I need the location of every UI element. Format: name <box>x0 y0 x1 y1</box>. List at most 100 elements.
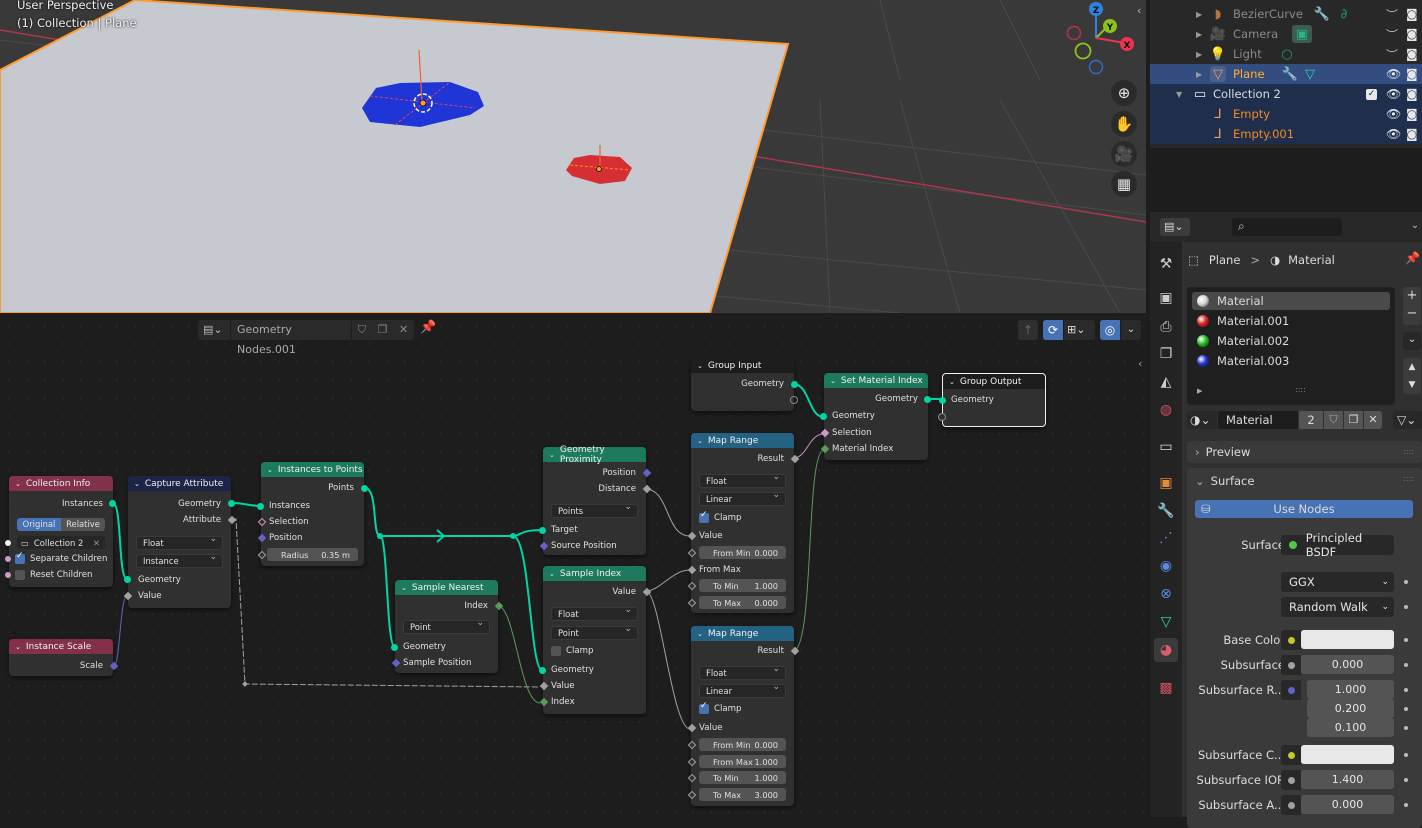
view-layer-tab-icon[interactable]: ❐ <box>1154 342 1178 366</box>
node-geometry-proximity[interactable]: ⌄ Geometry Proximity Position Distance Po… <box>539 445 652 555</box>
exclude-checkbox[interactable]: ✓ <box>1366 88 1377 100</box>
keyframe-dot[interactable] <box>1404 707 1408 711</box>
keyframe-dot[interactable] <box>1404 803 1408 807</box>
node-group-input[interactable]: ⌄ Group Input Geometry <box>691 358 798 411</box>
outliner-row-beziercurve[interactable]: ▶ ◗ BezierCurve 🔧 ∂ ︶ ◙ <box>1150 4 1422 24</box>
visibility-eye-icon[interactable]: 👁 <box>1386 87 1401 101</box>
from-min-field[interactable]: From Min 0.000 <box>699 546 786 559</box>
move-up-button[interactable]: ▲ <box>1403 358 1421 376</box>
subsurface-method-dropdown[interactable]: Random Walk ⌄ <box>1281 597 1394 617</box>
pin-icon[interactable]: 📌 <box>1405 251 1420 265</box>
expand-list-icon[interactable]: ▶ <box>1197 387 1202 395</box>
keyframe-dot[interactable] <box>1404 663 1408 667</box>
outliner-row-camera[interactable]: ▶ 🎥 Camera ▣ ︶ ◙ <box>1150 24 1422 44</box>
slot-specials-dropdown[interactable]: ⌄ <box>1403 332 1421 350</box>
outliner-row-empty[interactable]: ⅃ Empty 👁 ◙ <box>1150 104 1422 124</box>
collection-tab-icon[interactable]: ▭ <box>1154 435 1178 459</box>
clear-icon[interactable]: ✕ <box>93 538 100 548</box>
from-max-field[interactable]: From Max 1.000 <box>699 755 786 768</box>
material-users-count[interactable]: 2 <box>1299 411 1323 429</box>
navigation-gizmo[interactable]: Z Y X <box>1050 0 1140 80</box>
keyframe-dot[interactable] <box>1404 778 1408 782</box>
zoom-icon[interactable]: ⊕ <box>1111 80 1137 106</box>
properties-search-input[interactable]: ⌕ <box>1232 218 1342 236</box>
editor-type-dropdown[interactable]: ▤⌄ <box>1160 218 1190 236</box>
material-slot-item[interactable]: Material.001 <box>1197 313 1289 329</box>
render-camera-icon[interactable]: ◙ <box>1406 87 1418 101</box>
keyframe-dot[interactable] <box>1404 726 1408 730</box>
render-camera-icon[interactable]: ◙ <box>1406 127 1418 141</box>
mesh-data-icon[interactable]: ▽ <box>1302 66 1318 82</box>
light-data-icon[interactable]: ○ <box>1279 46 1295 62</box>
gizmo-z-label[interactable]: Z <box>1093 6 1100 16</box>
object-tab-icon[interactable]: ▣ <box>1154 471 1178 495</box>
separate-children-checkbox[interactable]: Separate Children <box>15 551 107 566</box>
node-capture-attribute[interactable]: ⌄ Capture Attribute Geometry Attribute Fl… <box>123 476 237 608</box>
visibility-hidden-icon[interactable]: ︶ <box>1386 6 1398 23</box>
outliner-row-plane[interactable]: ▶ ▽ Plane 🔧 ▽ 👁 ◙ <box>1150 64 1422 84</box>
remove-slot-button[interactable]: − <box>1403 305 1421 323</box>
socket-link-icon[interactable] <box>1281 655 1301 675</box>
plane-mesh[interactable] <box>0 0 790 313</box>
node-instance-scale[interactable]: ⌄ Instance Scale Scale <box>9 639 119 676</box>
keyframe-dot[interactable] <box>1404 688 1408 692</box>
constraints-tab-icon[interactable]: ⊗ <box>1154 582 1178 606</box>
3d-viewport[interactable]: User Perspective (1) Collection | Plane … <box>0 0 1146 313</box>
outliner-row-empty-001[interactable]: ⅃ Empty.001 👁 ◙ <box>1150 124 1422 144</box>
move-down-button[interactable]: ▼ <box>1403 376 1421 394</box>
color-swatch[interactable] <box>1301 630 1394 649</box>
render-camera-icon[interactable]: ◙ <box>1406 47 1418 61</box>
domain-dropdown[interactable]: Point <box>403 618 490 634</box>
curve-data-icon[interactable]: ∂ <box>1336 6 1352 22</box>
socket-instances-out[interactable] <box>109 500 116 507</box>
empty-socket[interactable] <box>790 396 798 404</box>
property-value-field[interactable]: 1.400 <box>1301 770 1394 789</box>
visibility-hidden-icon[interactable]: ︶ <box>1386 46 1398 63</box>
color-swatch[interactable] <box>1301 745 1394 764</box>
node-sample-index[interactable]: ⌄Sample Index Value Float Point Clamp Ge… <box>539 566 652 714</box>
material-slot-item[interactable]: Material.002 <box>1197 333 1289 349</box>
collection-field[interactable]: ▭ Collection 2 ✕ <box>17 536 105 549</box>
node-collection-info[interactable]: ⌄ Collection Info Instances Original Rela… <box>5 476 116 587</box>
duplicate-material-icon[interactable]: ❐ <box>1344 411 1363 429</box>
to-max-field[interactable]: To Max 3.000 <box>699 788 786 801</box>
original-option[interactable]: Original <box>17 518 61 531</box>
from-min-field[interactable]: From Min 0.000 <box>699 738 786 751</box>
property-value-field[interactable]: 0.000 <box>1301 795 1394 814</box>
keyframe-dot[interactable] <box>1404 753 1408 757</box>
reset-children-checkbox[interactable]: Reset Children <box>15 568 93 582</box>
surface-shader-field[interactable]: Principled BSDF <box>1281 531 1394 559</box>
keyframe-dot[interactable] <box>1404 605 1408 609</box>
material-slot-item[interactable]: Material <box>1197 293 1264 309</box>
output-tab-icon[interactable]: ⎙ <box>1154 315 1178 339</box>
world-tab-icon[interactable]: ◍ <box>1154 398 1178 422</box>
node-map-range-2[interactable]: ⌄Map Range Result Float Linear Clamp Val… <box>687 626 800 806</box>
wrench-icon[interactable]: 🔧 <box>1282 66 1298 82</box>
property-value-field[interactable]: 0.200 <box>1307 699 1394 718</box>
visibility-eye-icon[interactable]: 👁 <box>1386 107 1401 121</box>
domain-dropdown[interactable]: Instance <box>136 552 223 568</box>
material-slot-item[interactable]: Material.003 <box>1197 353 1289 369</box>
to-max-field[interactable]: To Max 0.000 <box>699 596 786 609</box>
tool-tab-icon[interactable]: ⚒ <box>1154 252 1178 276</box>
render-camera-icon[interactable]: ◙ <box>1406 7 1418 21</box>
modifier-tab-icon[interactable]: 🔧 <box>1154 499 1178 523</box>
visibility-eye-icon[interactable]: 👁 <box>1386 127 1401 141</box>
socket-link-icon[interactable] <box>1281 770 1301 790</box>
wrench-icon[interactable]: 🔧 <box>1314 6 1330 22</box>
hand-pan-icon[interactable]: ✋ <box>1111 111 1137 137</box>
to-min-field[interactable]: To Min 1.000 <box>699 771 786 784</box>
socket-link-icon[interactable] <box>1281 630 1301 650</box>
node-group-output[interactable]: ⌄ Group Output Geometry <box>938 373 1046 427</box>
property-value-field[interactable]: 0.100 <box>1307 718 1394 737</box>
data-type-dropdown[interactable]: Float <box>136 534 223 550</box>
target-element-dropdown[interactable]: Points <box>551 502 638 518</box>
grid-ortho-icon[interactable]: ▦ <box>1111 171 1137 197</box>
outliner-row-collection-2[interactable]: ▼ ▭ Collection 2 ✓ 👁 ◙ <box>1150 84 1422 104</box>
data-type-dropdown[interactable]: Float <box>551 605 638 621</box>
render-camera-icon[interactable]: ◙ <box>1406 107 1418 121</box>
interpolation-dropdown[interactable]: Linear <box>699 490 786 506</box>
interpolation-dropdown[interactable]: Linear <box>699 682 786 698</box>
socket-link-icon[interactable] <box>1281 745 1301 765</box>
material-browse-dropdown[interactable]: ◑⌄ <box>1187 411 1217 429</box>
